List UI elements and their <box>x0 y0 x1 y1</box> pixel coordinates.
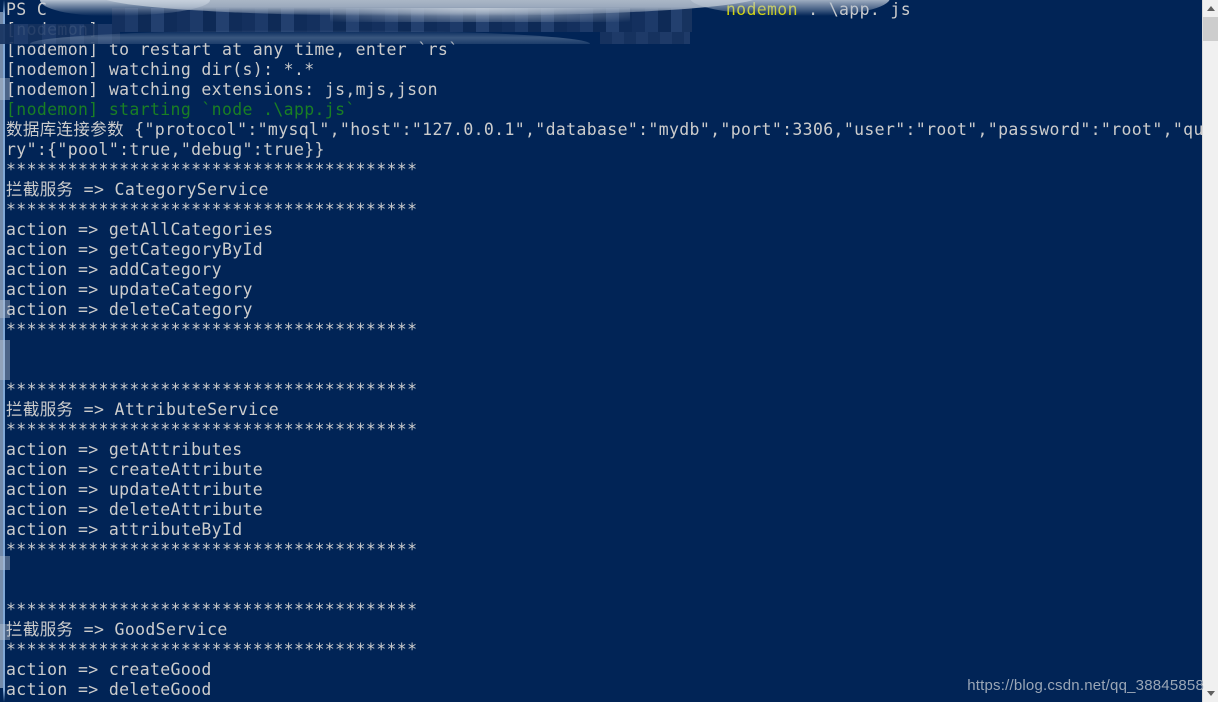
separator-bottom-good: **************************************** <box>6 640 418 659</box>
action-line: action => deleteCategory <box>6 300 253 319</box>
scrollbar-thumb[interactable] <box>1203 17 1218 41</box>
watermark-text: https://blog.csdn.net/qq_38845858 <box>967 677 1204 694</box>
prompt-prefix: PS C <box>6 0 48 19</box>
scroll-up-button[interactable] <box>1203 0 1218 17</box>
vertical-scrollbar[interactable] <box>1202 0 1218 702</box>
service-header-category: 拦截服务 => CategoryService <box>6 180 269 199</box>
separator-bottom-category: **************************************** <box>6 200 418 219</box>
separator-close-category: **************************************** <box>6 320 418 339</box>
action-line: action => updateCategory <box>6 280 253 299</box>
nodemon-line-1: [nodemon] to restart at any time, enter … <box>6 40 459 59</box>
scroll-down-arrow-icon <box>1207 691 1215 696</box>
separator-top-good: **************************************** <box>6 600 418 619</box>
scroll-down-button[interactable] <box>1203 685 1218 702</box>
nodemon-line-2: [nodemon] watching dir(s): *.* <box>6 60 315 79</box>
nodemon-line-4: [nodemon] starting `node .\app.js` <box>6 100 356 119</box>
service-header-attribute: 拦截服务 => AttributeService <box>6 400 280 419</box>
action-line: action => getAllCategories <box>6 220 274 239</box>
redacted-path-spacer <box>47 0 726 19</box>
action-line: action => getAttributes <box>6 440 243 459</box>
action-line: action => createAttribute <box>6 460 264 479</box>
separator-top-category: **************************************** <box>6 160 418 179</box>
nodemon-line-3: [nodemon] watching extensions: js,mjs,js… <box>6 80 438 99</box>
scroll-up-arrow-icon <box>1207 6 1215 11</box>
action-line: action => addCategory <box>6 260 222 279</box>
command-args: . \app. js <box>797 0 911 19</box>
action-line: action => deleteAttribute <box>6 500 264 519</box>
prompt-line: PS C nodemon . \app. js <box>0 0 1202 20</box>
separator-bottom-attribute: **************************************** <box>6 420 418 439</box>
action-line: action => getCategoryById <box>6 240 264 259</box>
service-header-good: 拦截服务 => GoodService <box>6 620 228 639</box>
separator-top-attribute: **************************************** <box>6 380 418 399</box>
command-name: nodemon <box>725 0 798 19</box>
db-config-line-1: 数据库连接参数 {"protocol":"mysql","host":"127.… <box>6 120 1202 139</box>
db-config-line-2: ry":{"pool":true,"debug":true}} <box>6 140 325 159</box>
console-output-area[interactable]: PS C nodemon . \app. js [nodemon] [nodem… <box>0 0 1202 702</box>
nodemon-line-0: [nodemon] <box>6 20 109 39</box>
action-line: action => updateAttribute <box>6 480 264 499</box>
powershell-window: PS C nodemon . \app. js [nodemon] [nodem… <box>0 0 1218 702</box>
action-line: action => attributeById <box>6 520 243 539</box>
separator-close-attribute: **************************************** <box>6 540 418 559</box>
